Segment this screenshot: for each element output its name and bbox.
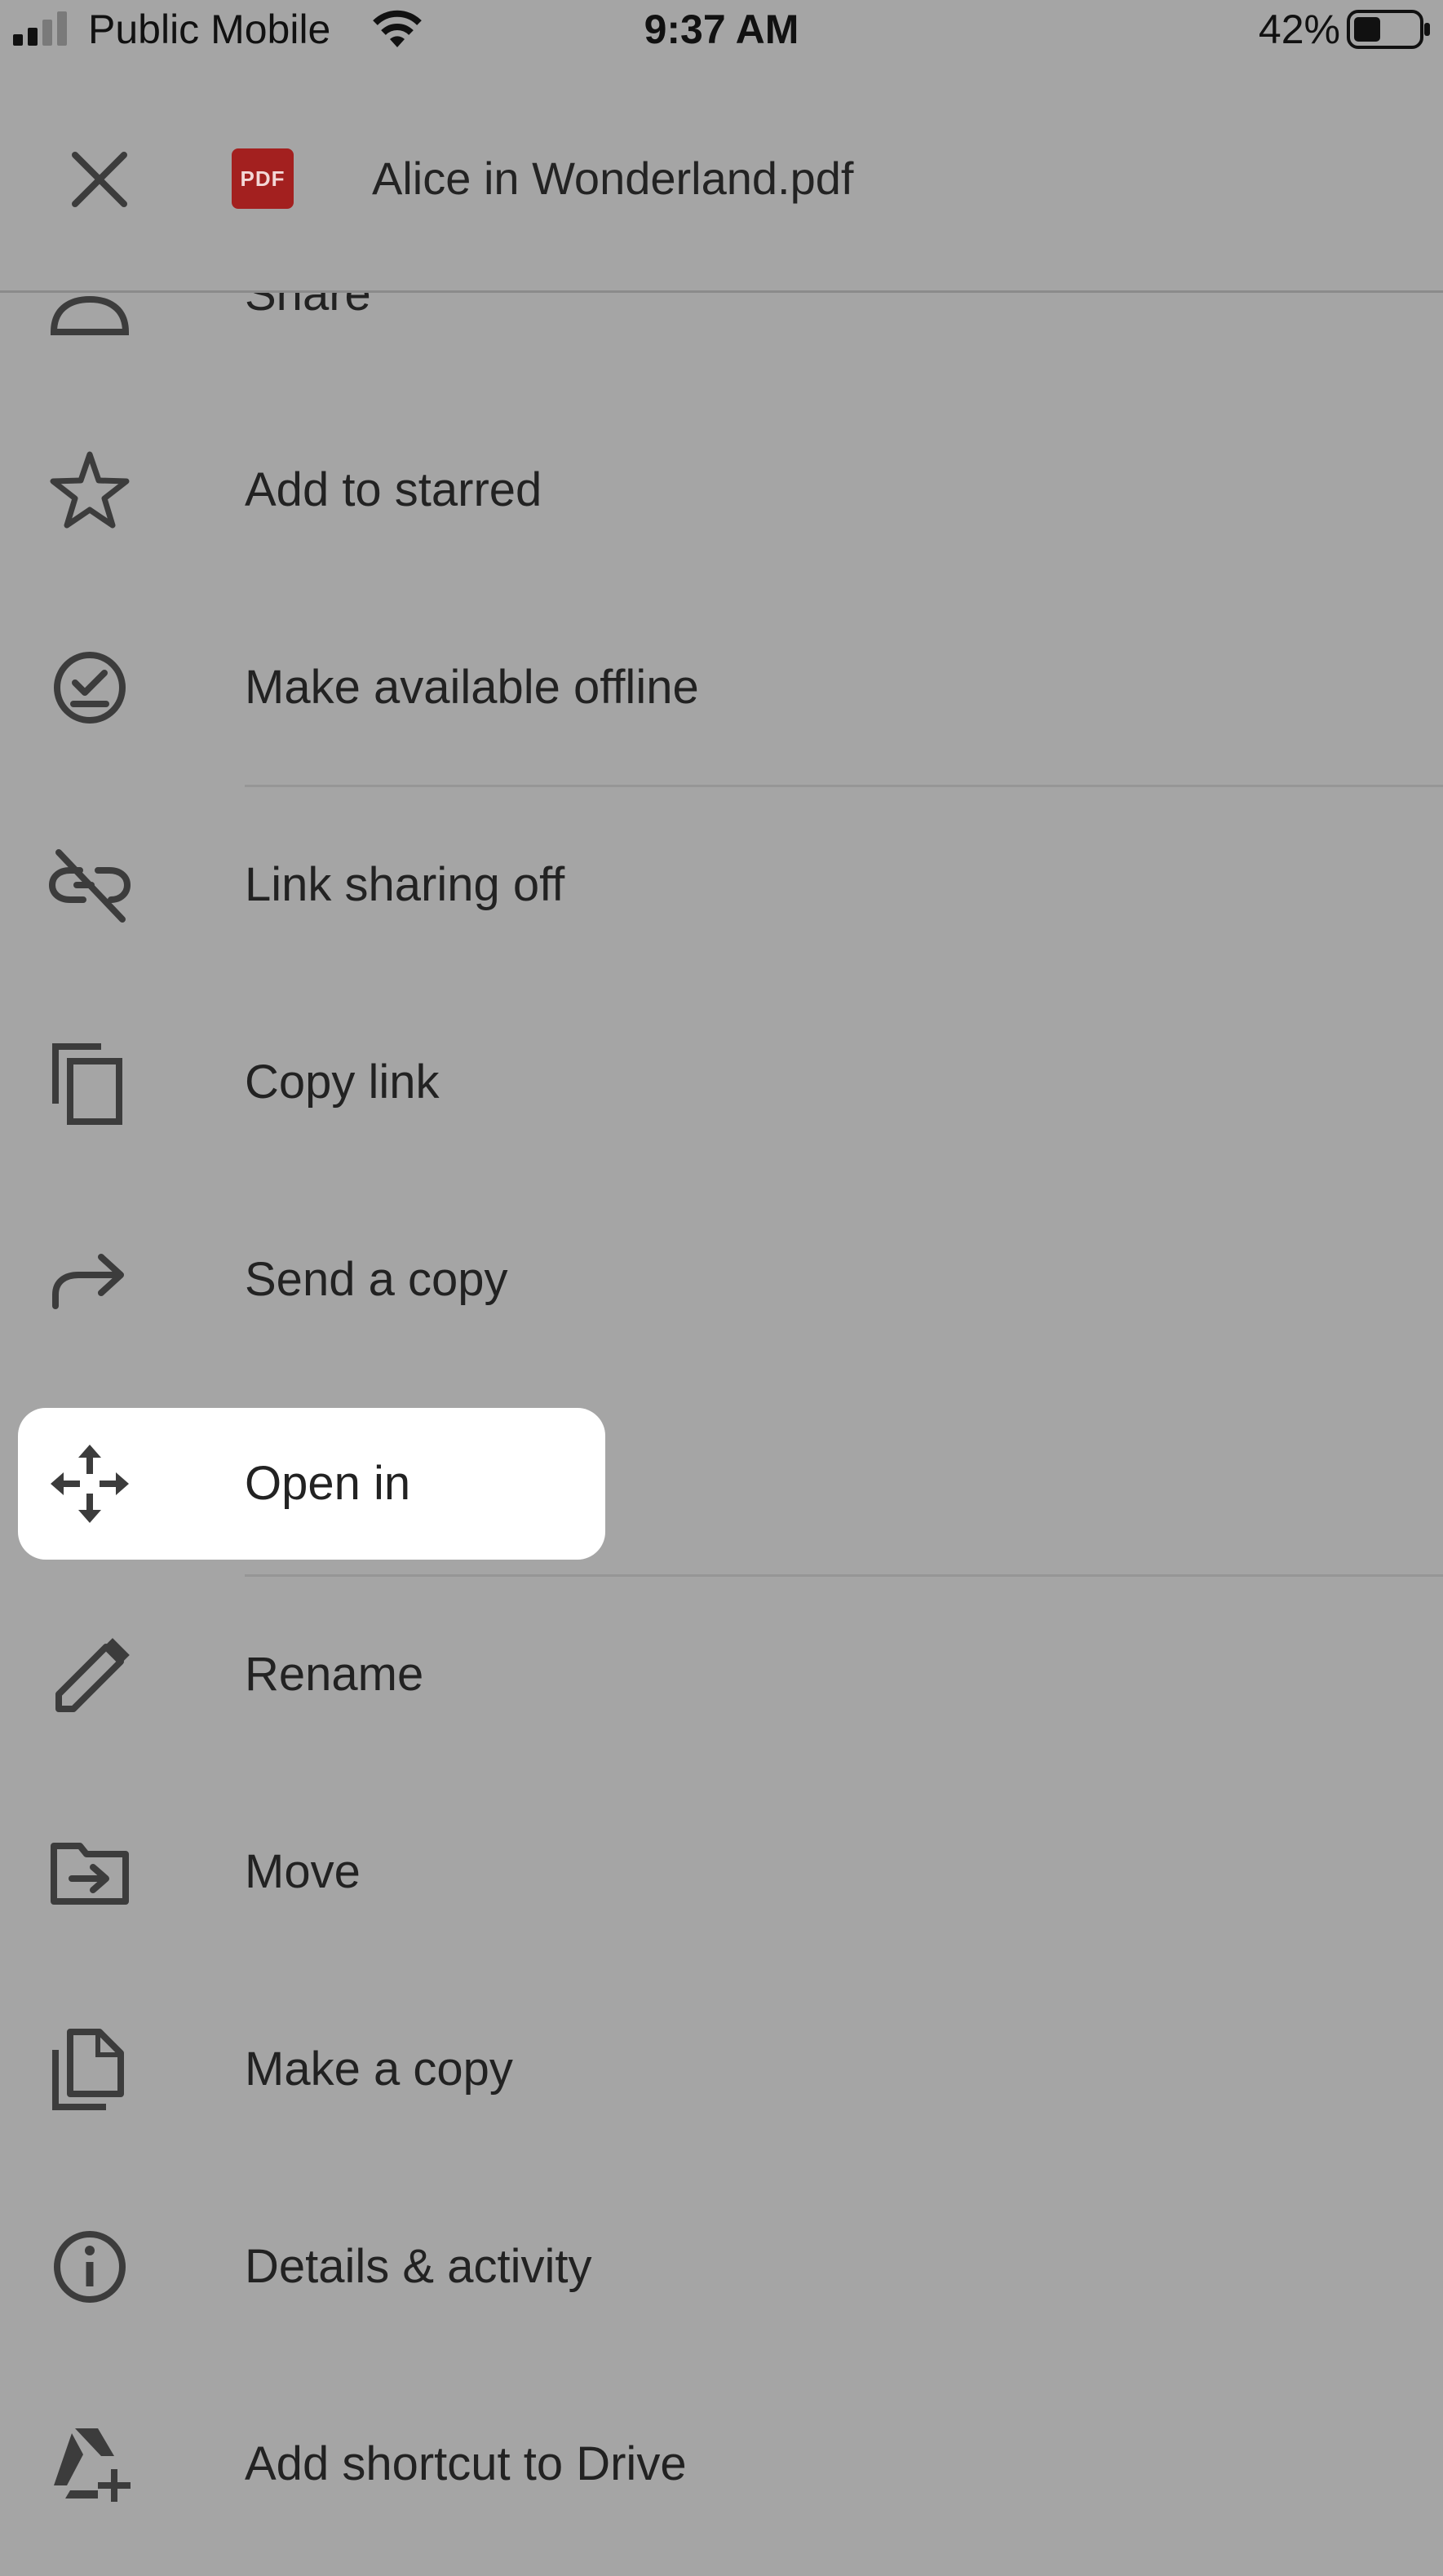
menu-item-label: Add to starred [245, 463, 542, 516]
menu-item-rename[interactable]: Rename [0, 1576, 1443, 1773]
menu-item-copy-link[interactable]: Copy link [0, 984, 1443, 1181]
pencil-icon [47, 1631, 132, 1719]
menu-item-label: Copy link [245, 1056, 440, 1109]
menu-item-label: Add shortcut to Drive [245, 2437, 687, 2490]
menu-item-add-to-starred[interactable]: Add to starred [0, 392, 1443, 589]
menu-item-label: Move [245, 1845, 361, 1898]
menu-item-label: Send a copy [245, 1253, 508, 1306]
menu-item-move[interactable]: Move [0, 1773, 1443, 1971]
menu-item-label: Open in [245, 1457, 411, 1510]
close-icon[interactable] [67, 147, 132, 212]
menu-item-label: Make available offline [245, 661, 699, 714]
menu-item-open-in[interactable]: Open in [0, 1385, 1443, 1582]
menu-item-add-shortcut-to-drive[interactable]: Add shortcut to Drive [0, 2366, 1443, 2563]
menu-item-make-available-offline[interactable]: Make available offline [0, 589, 1443, 786]
menu-item-label: Link sharing off [245, 858, 565, 911]
pdf-file-icon: PDF [232, 148, 294, 209]
status-bar: Public Mobile 9:37 AM 42% [0, 0, 1443, 59]
copy-icon [47, 1038, 132, 1126]
menu-item-label: Details & activity [245, 2240, 592, 2293]
menu-item-label: Make a copy [245, 2043, 513, 2096]
menu-item-link-sharing-off[interactable]: Link sharing off [0, 786, 1443, 984]
status-time: 9:37 AM [644, 7, 799, 52]
drive-shortcut-icon [47, 2420, 132, 2508]
menu-item-label: Rename [245, 1648, 424, 1701]
info-icon [47, 2223, 132, 2311]
file-actions-header: PDF Alice in Wonderland.pdf [0, 59, 1443, 293]
folder-move-icon [47, 1828, 132, 1916]
menu-item-make-a-copy[interactable]: Make a copy [0, 1971, 1443, 2168]
move-arrows-icon [47, 1440, 132, 1528]
battery-percentage: 42% [1258, 7, 1340, 52]
link-off-icon [47, 841, 132, 929]
file-title: Alice in Wonderland.pdf [372, 153, 854, 204]
menu-item-details-activity[interactable]: Details & activity [0, 2168, 1443, 2366]
star-icon [47, 446, 132, 534]
battery-icon [1347, 10, 1432, 49]
file-actions-menu: Share Add to starred Make available offl… [0, 0, 1443, 2576]
file-copy-icon [47, 2025, 132, 2113]
menu-item-send-a-copy[interactable]: Send a copy [0, 1181, 1443, 1379]
forward-arrow-icon [47, 1236, 132, 1324]
offline-check-icon [47, 644, 132, 732]
